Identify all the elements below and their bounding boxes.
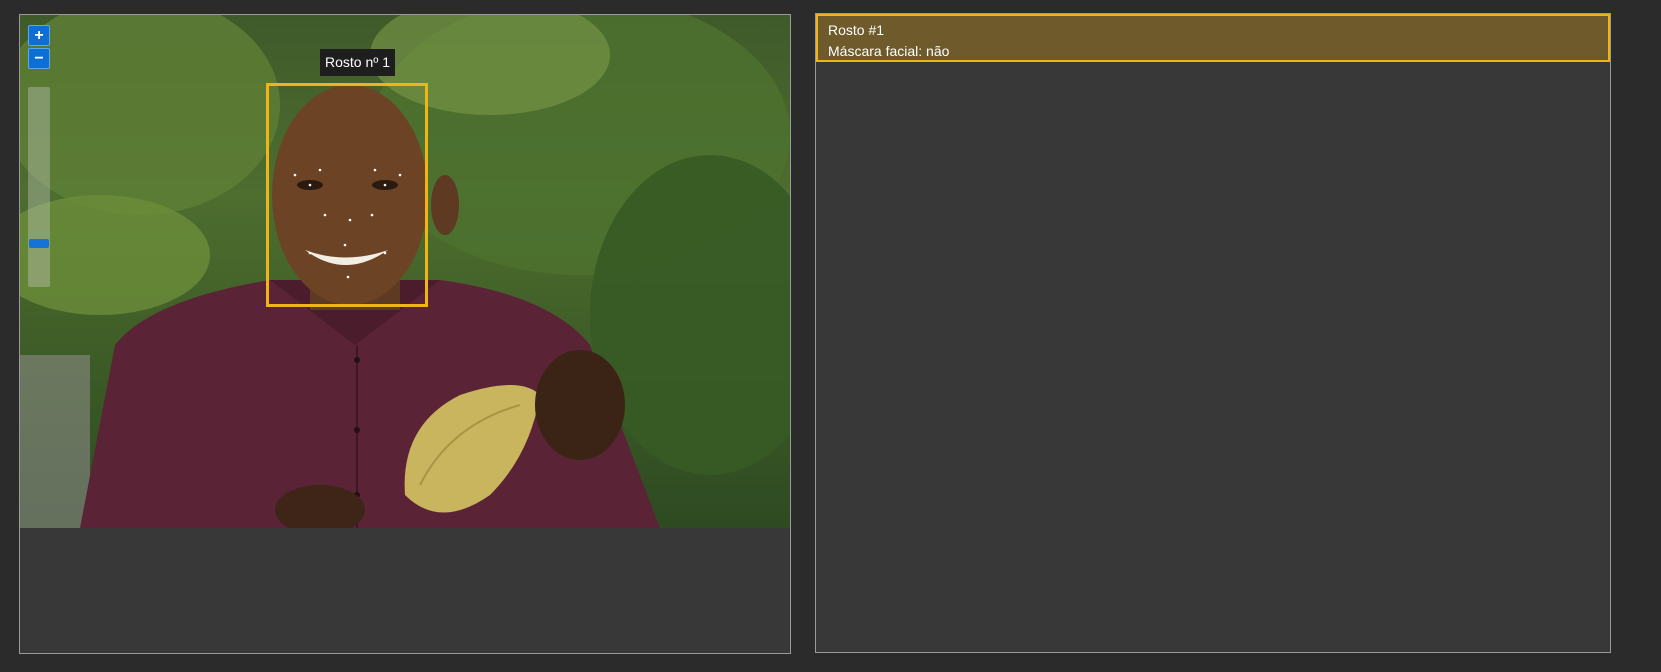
zoom-slider[interactable]: [28, 87, 50, 287]
face-bounding-box[interactable]: [266, 83, 428, 307]
face-result-item[interactable]: Rosto #1 Máscara facial: não: [816, 14, 1610, 62]
face-tooltip: Rosto nº 1: [320, 49, 396, 76]
zoom-slider-handle[interactable]: [29, 239, 49, 249]
face-mask-status: Máscara facial: não: [828, 43, 950, 59]
minus-icon: −: [34, 50, 44, 67]
plus-icon: +: [34, 27, 44, 44]
zoom-in-button[interactable]: +: [28, 25, 50, 46]
image-viewer-panel: + − Rosto nº 1: [19, 14, 791, 654]
analyzed-photo[interactable]: + − Rosto nº 1: [20, 15, 790, 528]
zoom-out-button[interactable]: −: [28, 48, 50, 69]
results-panel: Rosto #1 Máscara facial: não: [815, 13, 1611, 653]
face-result-title: Rosto #1: [828, 22, 885, 38]
